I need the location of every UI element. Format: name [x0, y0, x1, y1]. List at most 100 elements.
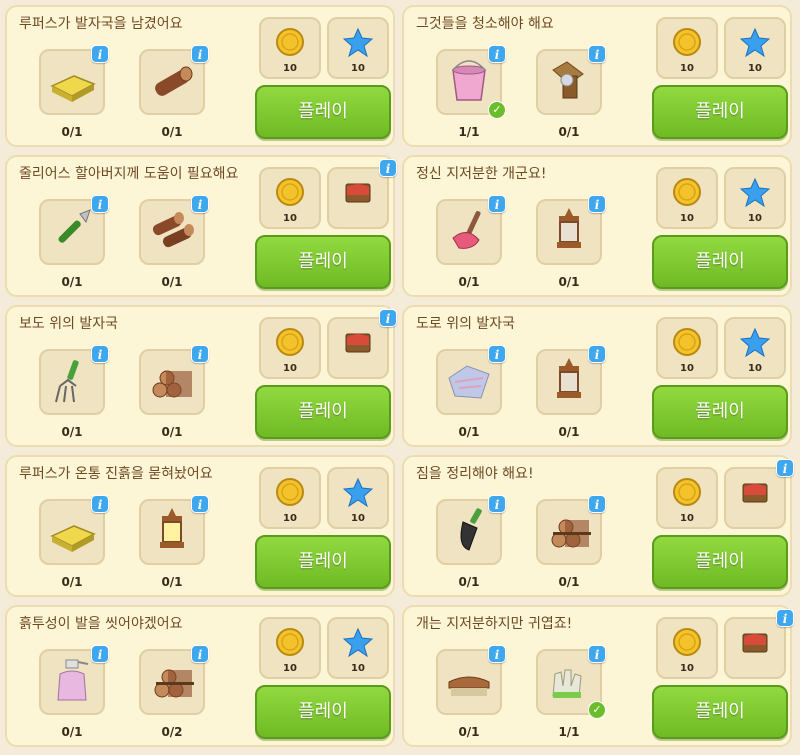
- info-icon[interactable]: i: [91, 345, 109, 363]
- play-button[interactable]: 플레이: [652, 685, 788, 739]
- reward-slot: 10: [724, 167, 786, 229]
- item-slot[interactable]: i: [39, 45, 109, 115]
- item-slot[interactable]: i: [436, 645, 506, 715]
- item-slot[interactable]: i: [436, 345, 506, 415]
- play-button[interactable]: 플레이: [652, 85, 788, 139]
- reward-slot: 10: [327, 17, 389, 79]
- reward-slot: 10: [327, 467, 389, 529]
- item-slot[interactable]: i: [436, 195, 506, 265]
- quest-title: 보도 위의 발자국: [19, 316, 119, 332]
- reward-count: 10: [283, 213, 297, 224]
- check-icon: ✓: [488, 101, 506, 119]
- info-icon[interactable]: i: [488, 195, 506, 213]
- item-count: 0/2: [161, 725, 183, 739]
- reward-count: 10: [283, 363, 297, 374]
- play-button[interactable]: 플레이: [652, 235, 788, 289]
- quest-card: 흙투성이 발을 씻어야겠어요 i 0/1 i 0/2 10 10 플레이: [5, 605, 395, 747]
- reward-slot: 10: [259, 317, 321, 379]
- item-slot[interactable]: i: [536, 345, 606, 415]
- blue-star-icon: [740, 27, 770, 57]
- gold-coin-icon: [673, 178, 701, 206]
- tied-logs-icon: [551, 519, 591, 548]
- item-slot[interactable]: i: [39, 495, 109, 565]
- item-slot[interactable]: i: [536, 45, 606, 115]
- gold-coin-icon: [276, 178, 304, 206]
- reward-slot: i: [327, 309, 397, 379]
- reward-slot: 10: [259, 17, 321, 79]
- reward-count: 10: [748, 63, 762, 74]
- reward-count: 10: [351, 63, 365, 74]
- hand-fork-icon: [55, 360, 79, 403]
- info-icon[interactable]: i: [776, 609, 794, 627]
- item-count: 0/1: [558, 275, 580, 289]
- log-icon: [155, 66, 193, 96]
- info-icon[interactable]: i: [488, 645, 506, 663]
- info-icon[interactable]: i: [588, 645, 606, 663]
- play-button[interactable]: 플레이: [652, 385, 788, 439]
- item-slot[interactable]: i: [139, 45, 209, 115]
- play-button[interactable]: 플레이: [255, 385, 391, 439]
- item-slot[interactable]: i: [139, 345, 209, 415]
- lit-lantern-icon: [160, 508, 184, 548]
- quest-card: 루퍼스가 온통 진흙을 묻혀놨어요 i 0/1 i 0/1 10 10 플레이: [5, 455, 395, 597]
- gold-coin-icon: [276, 328, 304, 356]
- item-slot[interactable]: i: [139, 495, 209, 565]
- item-slot[interactable]: i: [536, 495, 606, 565]
- reward-count: 10: [748, 363, 762, 374]
- info-icon[interactable]: i: [588, 345, 606, 363]
- item-slot[interactable]: i: [39, 645, 109, 715]
- quest-card: 루퍼스가 발자국을 남겼어요 i 0/1 i 0/1 10 10 플레이: [5, 5, 395, 147]
- item-count: 0/1: [458, 275, 480, 289]
- lantern-icon: [557, 208, 581, 248]
- quest-title: 흙투성이 발을 씻어야겠어요: [19, 616, 183, 632]
- item-slot[interactable]: i: [139, 195, 209, 265]
- info-icon[interactable]: i: [776, 459, 794, 477]
- reward-slot: 10: [656, 617, 718, 679]
- log-pile-icon: [152, 370, 192, 398]
- info-icon[interactable]: i: [588, 495, 606, 513]
- quest-title: 정신 지저분한 개군요!: [416, 166, 547, 182]
- reward-slot: 10: [259, 617, 321, 679]
- info-icon[interactable]: i: [91, 195, 109, 213]
- item-slot[interactable]: i: [436, 495, 506, 565]
- play-button[interactable]: 플레이: [255, 235, 391, 289]
- reward-count: 10: [680, 513, 694, 524]
- info-icon[interactable]: i: [191, 195, 209, 213]
- info-icon[interactable]: i: [488, 345, 506, 363]
- info-icon[interactable]: i: [191, 345, 209, 363]
- info-icon[interactable]: i: [379, 159, 397, 177]
- info-icon[interactable]: i: [191, 495, 209, 513]
- info-icon[interactable]: i: [588, 195, 606, 213]
- play-button[interactable]: 플레이: [652, 535, 788, 589]
- info-icon[interactable]: i: [379, 309, 397, 327]
- trowel-icon: [460, 508, 482, 551]
- item-slot[interactable]: i: [39, 345, 109, 415]
- info-icon[interactable]: i: [191, 45, 209, 63]
- reward-slot: i: [327, 159, 397, 229]
- quest-card: 줄리어스 할아버지께 도움이 필요해요 i 0/1 i 0/1 10 i 플레이: [5, 155, 397, 297]
- blue-star-icon: [740, 327, 770, 357]
- info-icon[interactable]: i: [191, 645, 209, 663]
- info-icon[interactable]: i: [91, 495, 109, 513]
- info-icon[interactable]: i: [91, 645, 109, 663]
- item-slot[interactable]: i: [39, 195, 109, 265]
- quest-card: 보도 위의 발자국 i 0/1 i 0/1 10 i 플레이: [5, 305, 397, 447]
- cloth-rag-icon: [448, 365, 490, 399]
- play-button[interactable]: 플레이: [255, 685, 391, 739]
- gold-coin-icon: [276, 628, 304, 656]
- gold-coin-icon: [673, 328, 701, 356]
- info-icon[interactable]: i: [91, 45, 109, 63]
- info-icon[interactable]: i: [488, 495, 506, 513]
- play-button[interactable]: 플레이: [255, 535, 391, 589]
- info-icon[interactable]: i: [488, 45, 506, 63]
- item-slot[interactable]: i ✓: [436, 45, 506, 119]
- quest-title: 루퍼스가 발자국을 남겼어요: [19, 16, 183, 32]
- lantern-icon: [557, 358, 581, 398]
- gold-coin-icon: [276, 28, 304, 56]
- item-slot[interactable]: i ✓: [536, 645, 606, 719]
- blue-star-icon: [343, 477, 373, 507]
- item-slot[interactable]: i: [536, 195, 606, 265]
- info-icon[interactable]: i: [588, 45, 606, 63]
- item-slot[interactable]: i: [139, 645, 209, 715]
- play-button[interactable]: 플레이: [255, 85, 391, 139]
